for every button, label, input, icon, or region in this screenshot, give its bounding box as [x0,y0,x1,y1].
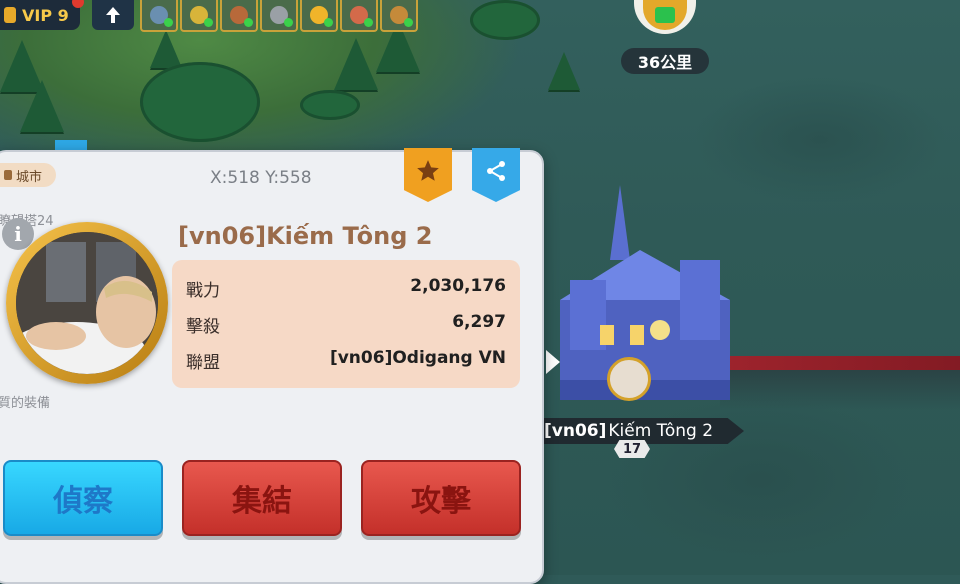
route-shadow [720,370,960,410]
castle-rose-window [650,320,670,340]
crown-icon [4,7,16,23]
vip-label: VIP 9 [22,5,69,25]
player-name: [vn06]Kiếm Tông 2 [178,222,433,250]
marker-emblem [643,0,687,30]
castle-window [600,325,614,345]
star-icon [417,160,439,181]
stat-label: 戰力 [186,281,220,301]
tree-cluster [140,62,260,142]
stat-label: 擊殺 [186,317,220,337]
coordinates[interactable]: X:518 Y:558 [210,168,312,188]
castle-owner-avatar [607,357,651,401]
castle-spire [610,185,630,260]
player-portrait [16,232,158,374]
vip-badge[interactable]: VIP 9 [0,0,84,30]
buff-troop-icon[interactable] [380,0,418,32]
stat-row-power: 戰力 2,030,176 [186,276,506,301]
arrow-up-icon [106,7,120,23]
rally-button[interactable]: 集結 [182,460,342,536]
pine-tree [150,30,182,68]
stat-row-kills: 擊殺 6,297 [186,312,506,337]
upgrade-button[interactable] [92,0,134,30]
shirt-icon [655,7,675,23]
castle-tower [680,260,720,340]
march-route-line [720,356,960,370]
stat-row-alliance: 聯盟 [vn06]Odigang VN [186,348,506,373]
buff-gold-icon[interactable] [300,0,338,32]
attack-button[interactable]: 攻擊 [361,460,521,536]
stat-label: 聯盟 [186,353,220,373]
player-avatar[interactable] [6,222,168,384]
city-icon [4,170,12,180]
tree-cluster [300,90,360,120]
castle-name: Kiếm Tông 2 [608,421,714,441]
distance-label: 36公里 [621,48,709,74]
buff-speed-icon[interactable] [340,0,378,32]
pine-tree [548,52,580,90]
city-tag-label: 城市 [16,169,43,185]
scout-button[interactable]: 偵察 [3,460,163,536]
play-arrow-icon [546,350,560,374]
pine-tree [20,80,64,132]
city-tag: 城市 [0,163,56,187]
castle-alliance-tag: [vn06] [544,421,607,441]
castle-level-badge: 17 [614,440,650,458]
castle-window [630,325,644,345]
buff-shield-icon[interactable] [140,0,178,32]
portrait-image [16,232,158,374]
tree-cluster [470,0,540,40]
pine-tree [334,38,378,90]
share-icon [487,161,505,181]
stat-value[interactable]: [vn06]Odigang VN [330,348,506,373]
buff-wood-icon[interactable] [220,0,258,32]
stat-value: 2,030,176 [410,276,506,296]
buff-bar [140,0,418,32]
buff-food-icon[interactable] [180,0,218,32]
buff-stone-icon[interactable] [260,0,298,32]
stat-value: 6,297 [452,312,506,332]
faded-label-bottom: 質的裝備 [0,396,51,411]
stats-box: 戰力 2,030,176 擊殺 6,297 聯盟 [vn06]Odigang V… [172,260,520,388]
